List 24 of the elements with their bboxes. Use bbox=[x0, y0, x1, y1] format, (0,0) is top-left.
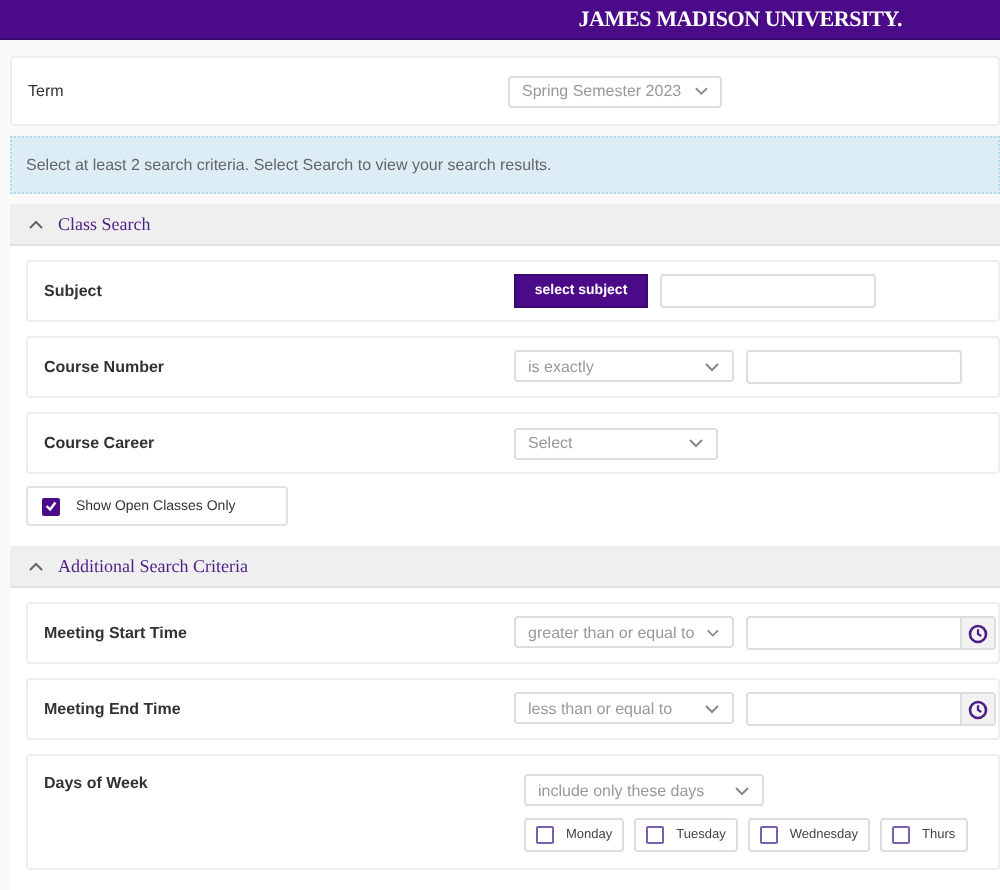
info-banner: Select at least 2 search criteria. Select Search to view your search results. bbox=[10, 136, 1000, 194]
chevron-icon bbox=[706, 627, 720, 637]
course-number-field[interactable] bbox=[746, 350, 962, 384]
clock-icon[interactable] bbox=[968, 623, 988, 643]
field-label: Course Career bbox=[44, 434, 157, 452]
chevron-icon bbox=[688, 438, 704, 448]
subject-input-field[interactable] bbox=[660, 274, 876, 308]
section-header[interactable]: Class Search bbox=[10, 204, 1000, 246]
checkmark-icon bbox=[44, 498, 58, 514]
section-header[interactable]: Additional Search Criteria bbox=[10, 546, 1000, 588]
time-input-field[interactable] bbox=[746, 616, 996, 650]
chevron-icon bbox=[704, 361, 720, 371]
term-label: Term bbox=[28, 82, 66, 100]
field-label: Days of Week bbox=[44, 774, 150, 792]
time-input-field[interactable] bbox=[746, 692, 996, 726]
clock-icon[interactable] bbox=[968, 699, 988, 719]
chevron-icon bbox=[704, 703, 720, 713]
field-label: Course Number bbox=[44, 358, 167, 376]
field-label: Subject bbox=[44, 282, 104, 300]
field-label: Meeting End Time bbox=[44, 700, 183, 718]
chevron-icon bbox=[734, 785, 750, 795]
field-label: Meeting Start Time bbox=[44, 624, 189, 642]
university-logo: JAMES MADISON UNIVERSITY. bbox=[578, 7, 902, 31]
chevron-icon bbox=[693, 86, 708, 96]
